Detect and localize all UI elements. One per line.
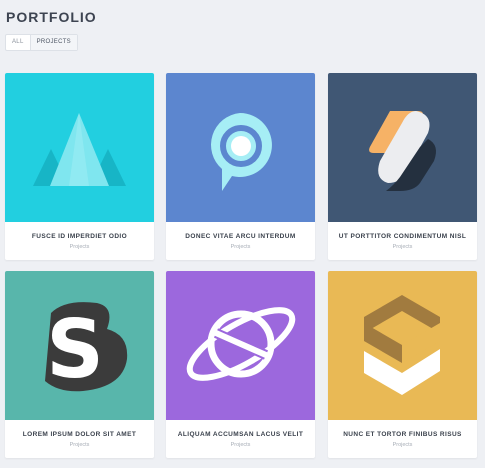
card-category: Projects: [392, 244, 413, 250]
portfolio-card[interactable]: DONEC VITAE ARCU INTERDUM Projects: [166, 73, 315, 260]
page-title: PORTFOLIO: [6, 9, 97, 25]
svg-text:S: S: [46, 303, 104, 396]
box-check-icon: [364, 295, 440, 395]
card-category: Projects: [69, 244, 90, 250]
card-thumbnail[interactable]: [166, 73, 315, 222]
card-thumbnail[interactable]: [166, 271, 315, 420]
card-category: Projects: [230, 244, 251, 250]
portfolio-card[interactable]: FUSCE ID IMPERDIET ODIO Projects: [5, 73, 154, 260]
card-title[interactable]: ALIQUAM ACCUMSAN LACUS VELIT: [166, 431, 315, 438]
card-thumbnail[interactable]: [328, 73, 477, 222]
planet-icon: [186, 307, 296, 381]
portfolio-card[interactable]: S LOREM IPSUM DOLOR SIT AMET Projects: [5, 271, 154, 458]
card-thumbnail[interactable]: S: [5, 271, 154, 420]
card-category: Projects: [392, 442, 413, 448]
filter-bar: ALL PROJECTS: [5, 34, 78, 51]
portfolio-page: PORTFOLIO ALL PROJECTS FUSCE ID IMPERDIE…: [0, 0, 485, 468]
portfolio-card[interactable]: NUNC ET TORTOR FINIBUS RISUS Projects: [328, 271, 477, 458]
card-thumbnail[interactable]: [5, 73, 154, 222]
card-title[interactable]: UT PORTTITOR CONDIMENTUM NISL: [328, 233, 477, 240]
card-title[interactable]: LOREM IPSUM DOLOR SIT AMET: [5, 431, 154, 438]
card-thumbnail[interactable]: [328, 271, 477, 420]
portfolio-card[interactable]: UT PORTTITOR CONDIMENTUM NISL Projects: [328, 73, 477, 260]
filter-projects-button[interactable]: PROJECTS: [29, 35, 77, 50]
card-title[interactable]: FUSCE ID IMPERDIET ODIO: [5, 233, 154, 240]
portfolio-card[interactable]: ALIQUAM ACCUMSAN LACUS VELIT Projects: [166, 271, 315, 458]
card-title[interactable]: DONEC VITAE ARCU INTERDUM: [166, 233, 315, 240]
card-category: Projects: [69, 442, 90, 448]
mountain-icon: [33, 113, 126, 186]
location-pin-icon: [211, 113, 272, 191]
leaves-icon: [369, 111, 436, 191]
card-category: Projects: [230, 442, 251, 448]
letter-s-icon: S: [45, 302, 128, 396]
card-title[interactable]: NUNC ET TORTOR FINIBUS RISUS: [328, 431, 477, 438]
filter-all-button[interactable]: ALL: [6, 35, 30, 50]
